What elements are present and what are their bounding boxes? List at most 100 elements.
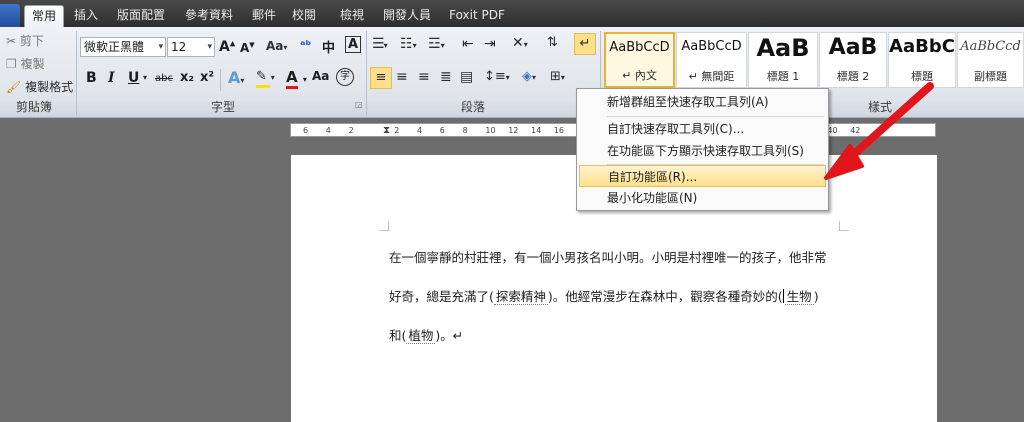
- shrink-font-button[interactable]: A▼: [240, 41, 255, 55]
- sort-button[interactable]: ⇅: [547, 35, 558, 50]
- align-center-button[interactable]: ≡: [396, 69, 408, 85]
- style-title[interactable]: AaBbC 標題: [888, 32, 956, 88]
- grow-font-icon: A: [219, 39, 230, 55]
- bullets-button[interactable]: ☰▾: [372, 36, 388, 52]
- ribbon-tab-bar: 常用 插入 版面配置 參考資料 郵件 校閱 檢視 開發人員 Foxit PDF: [0, 0, 1024, 27]
- font-color-icon: A: [286, 68, 298, 86]
- ruler-tick-label: 6: [303, 126, 309, 135]
- chinese-layout-button[interactable]: ✕▾: [512, 35, 528, 51]
- distributed-button[interactable]: ▤: [460, 69, 473, 85]
- text-run: )。↵: [435, 328, 464, 343]
- borders-button[interactable]: ⊞▾: [550, 69, 565, 84]
- style-preview: AaB: [828, 35, 878, 60]
- underline-button[interactable]: U: [128, 70, 139, 86]
- font-color-bar: [286, 86, 298, 89]
- format-painter-label: 複製格式: [25, 80, 74, 94]
- line-spacing-icon: ↕≡: [484, 69, 506, 84]
- ruler-tick-label: 12: [508, 126, 519, 135]
- indent-marker-icon[interactable]: ⧗: [383, 124, 390, 137]
- group-divider: [76, 31, 77, 115]
- phonetic-button[interactable]: 中: [322, 37, 335, 56]
- style-normal[interactable]: AaBbCcD ↵ 內文: [604, 32, 675, 88]
- font-name-value: 微軟正黑體: [84, 40, 145, 54]
- bullets-icon: ☰: [372, 36, 385, 52]
- subscript-button[interactable]: x₂: [180, 70, 194, 85]
- multilevel-list-button[interactable]: ☲▾: [428, 36, 445, 52]
- font-dialog-launcher-icon[interactable]: ◲: [355, 100, 363, 109]
- tab-foxit-pdf[interactable]: Foxit PDF: [444, 5, 510, 27]
- decrease-indent-icon: ⇤: [462, 36, 474, 52]
- phonetic-guide-button[interactable]: ᵃᵇ: [300, 38, 311, 52]
- menu-customize-qat[interactable]: 自訂快速存取工具列(C)...: [579, 118, 826, 140]
- distributed-icon: ▤: [460, 69, 474, 85]
- tab-developer[interactable]: 開發人員: [376, 5, 438, 27]
- sort-icon: ⇅: [547, 35, 558, 50]
- strikethrough-button[interactable]: abc: [155, 73, 173, 84]
- fill-in-field[interactable]: 探索精神: [493, 289, 548, 305]
- numbering-icon: ☷: [400, 36, 413, 52]
- increase-indent-button[interactable]: ⇥: [484, 36, 496, 52]
- style-preview: AaBbCcD: [609, 40, 670, 55]
- show-formatting-marks-button[interactable]: ↵: [574, 33, 596, 55]
- italic-button[interactable]: I: [108, 70, 115, 86]
- tab-review[interactable]: 校閱: [286, 5, 322, 27]
- format-painter-button[interactable]: 🖌 複製格式: [6, 78, 73, 95]
- highlighter-button[interactable]: ✎ ▾: [256, 69, 275, 88]
- style-no-spacing[interactable]: AaBbCcD ↵ 無間距: [676, 32, 747, 88]
- font-color-button[interactable]: A ▾: [286, 68, 307, 89]
- fill-in-field[interactable]: 生物: [784, 289, 814, 305]
- bold-button[interactable]: B: [86, 70, 97, 86]
- cut-button[interactable]: ✂ 剪下: [6, 32, 44, 49]
- group-divider: [366, 31, 367, 115]
- menu-show-qat-below-ribbon[interactable]: 在功能區下方顯示快速存取工具列(S): [579, 140, 826, 162]
- superscript-button[interactable]: x²: [200, 70, 214, 85]
- numbering-button[interactable]: ☷▾: [400, 36, 417, 52]
- tab-view[interactable]: 檢視: [334, 5, 370, 27]
- ruler-tick-label: 42: [850, 126, 861, 135]
- style-subtitle[interactable]: AaBbCcd 副標題: [957, 32, 1024, 88]
- document-line-3: 和(植物)。↵: [389, 325, 463, 344]
- font-name-combo[interactable]: 微軟正黑體 ▾: [80, 37, 166, 57]
- justify-button[interactable]: ≣: [440, 69, 452, 85]
- align-left-button[interactable]: ≡: [370, 67, 392, 89]
- style-preview: AaBbCcd: [960, 39, 1021, 54]
- align-right-button[interactable]: ≡: [418, 69, 430, 85]
- font-size-combo[interactable]: 12 ▾: [167, 37, 215, 57]
- character-border-button[interactable]: A: [345, 36, 362, 53]
- text-effect-icon: A: [228, 68, 241, 87]
- grow-font-button[interactable]: A▲: [219, 39, 235, 55]
- clear-formatting-button[interactable]: Aa▾: [266, 39, 287, 53]
- change-case-button[interactable]: Aa: [312, 69, 329, 84]
- line-spacing-button[interactable]: ↕≡▾: [484, 69, 510, 84]
- text-effects-button[interactable]: A▾: [228, 68, 244, 87]
- ribbon-context-menu: 新增群組至快速存取工具列(A) 自訂快速存取工具列(C)... 在功能區下方顯示…: [576, 88, 829, 211]
- style-heading-1[interactable]: AaB 標題 1: [748, 32, 818, 88]
- menu-add-group-to-qat[interactable]: 新增群組至快速存取工具列(A): [579, 91, 826, 113]
- decrease-indent-button[interactable]: ⇤: [462, 36, 474, 52]
- menu-minimize-ribbon[interactable]: 最小化功能區(N): [579, 187, 826, 209]
- ruler-tick-label: 8: [462, 126, 468, 135]
- style-heading-2[interactable]: AaB 標題 2: [819, 32, 887, 88]
- margin-corner-mark: [839, 221, 849, 231]
- chevron-down-icon: ▾: [207, 42, 212, 52]
- fill-in-field[interactable]: 植物: [406, 328, 436, 344]
- phonetic-char-icon: 中: [322, 41, 336, 56]
- clear-format-icon: Aa: [266, 39, 284, 53]
- tab-insert[interactable]: 插入: [68, 5, 104, 27]
- shading-button[interactable]: ◈▾: [522, 69, 536, 84]
- tab-page-layout[interactable]: 版面配置: [110, 5, 172, 27]
- ruler-tick-label: 2: [394, 126, 400, 135]
- tab-home[interactable]: 常用: [24, 5, 64, 27]
- align-left-icon: ≡: [375, 70, 387, 85]
- menu-customize-ribbon[interactable]: 自訂功能區(R)...: [579, 165, 826, 187]
- margin-corner-mark: [379, 221, 389, 231]
- copy-button[interactable]: ❐ 複製: [6, 55, 45, 72]
- file-tab[interactable]: [0, 4, 20, 27]
- enclose-characters-button[interactable]: 字: [336, 68, 354, 86]
- chevron-down-icon[interactable]: ▾: [143, 73, 147, 82]
- tab-mailings[interactable]: 郵件: [246, 5, 282, 27]
- style-name: 副標題: [974, 70, 1007, 83]
- enclose-icon: 字: [340, 71, 350, 82]
- tab-references[interactable]: 參考資料: [178, 5, 240, 27]
- chinese-layout-icon: ✕: [512, 35, 524, 51]
